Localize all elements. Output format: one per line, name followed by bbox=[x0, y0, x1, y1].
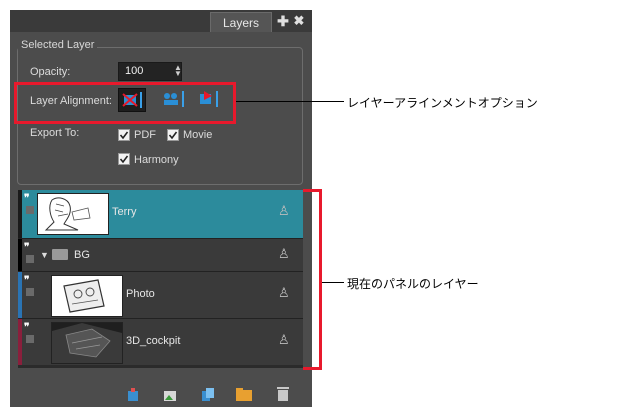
export-harmony-label: Harmony bbox=[134, 154, 179, 166]
layer-thumbnail bbox=[37, 193, 109, 235]
panel-tab-bar: Layers ✚ ✖ bbox=[10, 10, 312, 32]
layer-color-strip bbox=[18, 239, 22, 271]
tab-layers[interactable]: Layers bbox=[210, 12, 272, 32]
layer-name: 3D_cockpit bbox=[126, 335, 181, 347]
layer-color-strip bbox=[18, 272, 22, 318]
layer-name: BG bbox=[74, 249, 90, 261]
eye-icon[interactable]: ❜❜ bbox=[24, 242, 30, 253]
lock-icon[interactable] bbox=[26, 255, 34, 263]
layer-row-terry[interactable]: ❜❜ Terry ♙ bbox=[18, 190, 303, 238]
eye-icon[interactable]: ❜❜ bbox=[24, 275, 30, 286]
layer-row-photo[interactable]: ❜❜ Photo ♙ bbox=[18, 271, 303, 318]
export-to-label: Export To: bbox=[30, 127, 80, 139]
export-pdf-label: PDF bbox=[134, 129, 156, 141]
callout-line bbox=[236, 101, 344, 102]
layers-list: ❜❜ Terry ♙ ❜❜ ▼ BG ♙ ❜❜ Photo ♙ ❜❜ 3D_co… bbox=[18, 190, 303, 368]
opacity-spin-icon[interactable]: ▲ ▼ bbox=[174, 64, 182, 78]
close-icon[interactable]: ✖ bbox=[292, 13, 306, 29]
layer-thumbnail bbox=[51, 322, 123, 364]
trash-icon[interactable] bbox=[276, 386, 290, 401]
layer-row-3d-cockpit[interactable]: ❜❜ 3D_cockpit ♙ bbox=[18, 318, 303, 365]
folder-icon bbox=[52, 249, 68, 260]
callout-line bbox=[322, 282, 344, 283]
layers-highlight-bracket bbox=[303, 189, 322, 370]
eye-icon[interactable]: ❜❜ bbox=[24, 193, 30, 204]
puppet-icon[interactable]: ♙ bbox=[278, 246, 290, 262]
lock-icon[interactable] bbox=[26, 206, 34, 214]
layer-name: Photo bbox=[126, 288, 155, 300]
duplicate-layer-icon[interactable] bbox=[201, 387, 215, 401]
opacity-field[interactable]: 100 bbox=[118, 62, 182, 81]
lock-icon[interactable] bbox=[26, 288, 34, 296]
group-title: Selected Layer bbox=[18, 39, 98, 51]
export-harmony-checkbox[interactable] bbox=[118, 153, 130, 165]
expand-arrow-icon[interactable]: ▼ bbox=[40, 250, 49, 260]
add-image-layer-icon[interactable] bbox=[163, 387, 177, 401]
export-movie-label: Movie bbox=[183, 129, 213, 141]
layer-thumbnail bbox=[51, 275, 123, 317]
layer-row-bg[interactable]: ❜❜ ▼ BG ♙ bbox=[18, 238, 303, 271]
layer-color-strip bbox=[18, 319, 22, 365]
folder-icon[interactable] bbox=[236, 386, 252, 401]
layers-toolbar bbox=[10, 370, 312, 407]
opacity-label: Opacity: bbox=[30, 66, 71, 78]
export-pdf-checkbox[interactable] bbox=[118, 129, 130, 141]
lock-icon[interactable] bbox=[26, 335, 34, 343]
export-movie-checkbox[interactable] bbox=[167, 129, 179, 141]
layers-panel: Layers ✚ ✖ Selected Layer Opacity: 100 ▲… bbox=[10, 10, 312, 407]
layer-color-strip bbox=[18, 190, 22, 238]
eye-icon[interactable]: ❜❜ bbox=[24, 322, 30, 333]
callout-current-layers: 現在のパネルのレイヤー bbox=[347, 277, 479, 291]
puppet-icon[interactable]: ♙ bbox=[278, 203, 290, 219]
alignment-highlight-box bbox=[14, 82, 236, 124]
puppet-icon[interactable]: ♙ bbox=[278, 285, 290, 301]
callout-alignment-options: レイヤーアラインメントオプション bbox=[347, 96, 538, 110]
add-panel-button[interactable]: ✚ bbox=[276, 13, 290, 29]
puppet-icon[interactable]: ♙ bbox=[278, 332, 290, 348]
add-drawing-layer-icon[interactable] bbox=[126, 387, 140, 401]
layer-name: Terry bbox=[112, 206, 137, 218]
